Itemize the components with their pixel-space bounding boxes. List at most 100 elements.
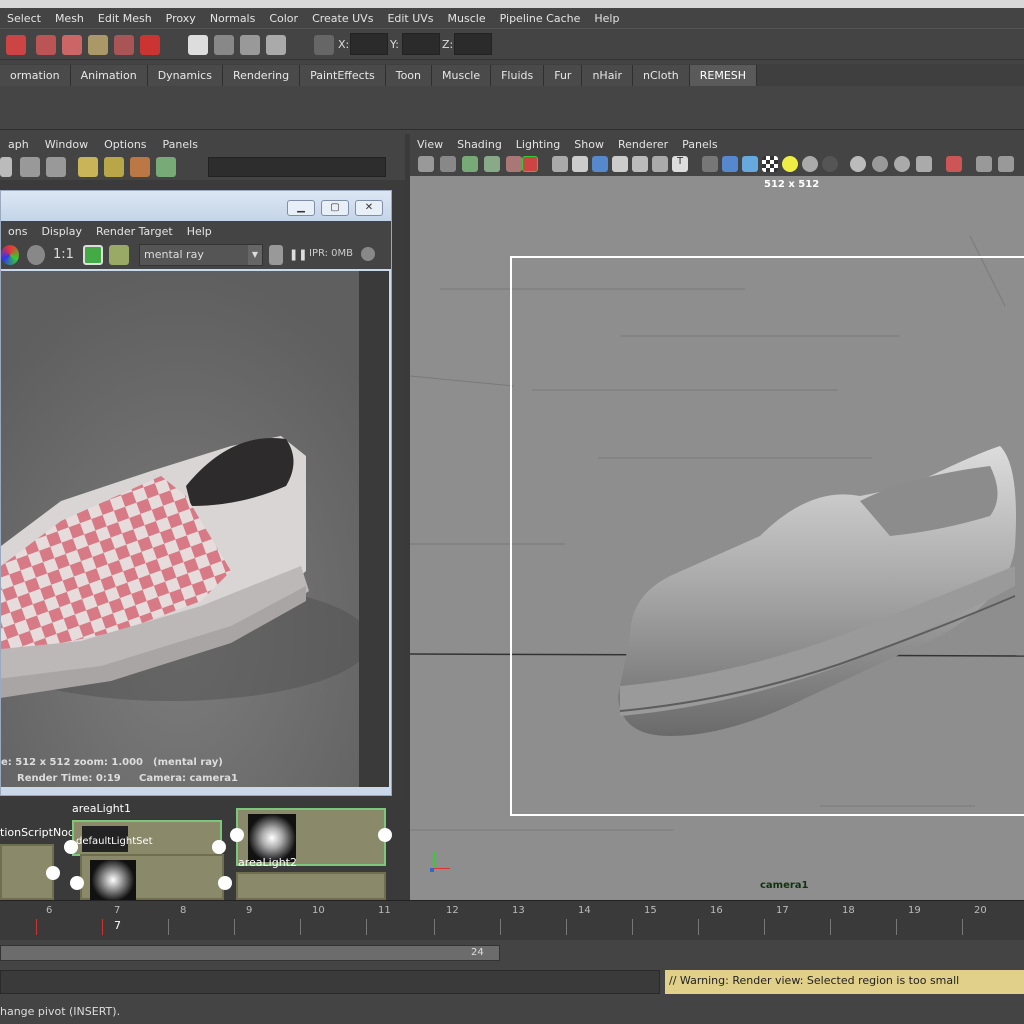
resolution-gate-icon[interactable]: [592, 156, 608, 172]
menu-show[interactable]: Show: [567, 138, 611, 151]
tab-ncloth[interactable]: nCloth: [633, 65, 690, 86]
menu-options-rv[interactable]: ons: [1, 225, 34, 238]
hypershade-search-field[interactable]: [208, 157, 386, 177]
camera-select-icon[interactable]: [418, 156, 434, 172]
node-handle[interactable]: [64, 840, 78, 854]
render-settings-icon[interactable]: [266, 35, 286, 55]
y-field[interactable]: [402, 33, 440, 55]
menu-mesh[interactable]: Mesh: [48, 12, 91, 25]
panel-icon[interactable]: [0, 157, 12, 177]
textured-icon[interactable]: [762, 156, 778, 172]
wireframe-icon[interactable]: [702, 156, 718, 172]
field-chart-icon[interactable]: [632, 156, 648, 172]
snap-surface-icon[interactable]: [114, 35, 134, 55]
snap-view-icon[interactable]: [88, 35, 108, 55]
menu-help[interactable]: Help: [587, 12, 626, 25]
image-plane-icon[interactable]: [484, 156, 500, 172]
renderer-dropdown[interactable]: mental ray ▼: [139, 244, 263, 266]
safe-title-icon[interactable]: T: [672, 156, 688, 172]
menu-edit-mesh[interactable]: Edit Mesh: [91, 12, 159, 25]
isolate-icon[interactable]: [916, 156, 932, 172]
magnet-icon[interactable]: [140, 35, 160, 55]
clapper-icon-rv[interactable]: [269, 245, 283, 265]
gate-mask-icon[interactable]: [612, 156, 628, 172]
node-handle[interactable]: [230, 828, 244, 842]
safe-action-icon[interactable]: [652, 156, 668, 172]
menu-render-target[interactable]: Render Target: [89, 225, 180, 238]
arealight2-node[interactable]: [236, 872, 386, 900]
tab-toon[interactable]: Toon: [385, 65, 433, 86]
node-handle[interactable]: [218, 876, 232, 890]
menu-color[interactable]: Color: [262, 12, 305, 25]
ambient-occlusion-icon[interactable]: [822, 156, 838, 172]
tab-fur[interactable]: Fur: [544, 65, 583, 86]
menu-proxy[interactable]: Proxy: [159, 12, 203, 25]
menu-pipeline-cache[interactable]: Pipeline Cache: [493, 12, 588, 25]
time-slider[interactable]: 6 7 7 8 9 10 11 12 13 14 15 16 17 18 19 …: [0, 900, 1024, 940]
clapper-icon[interactable]: [214, 35, 234, 55]
sort-icon[interactable]: [104, 157, 124, 177]
graph-out-icon[interactable]: [46, 157, 66, 177]
shadows-icon[interactable]: [802, 156, 818, 172]
z-field[interactable]: [454, 33, 492, 55]
xray-icon[interactable]: [946, 156, 962, 172]
smooth-shade-icon[interactable]: [722, 156, 738, 172]
maximize-icon[interactable]: ▢: [321, 200, 349, 216]
node-handle[interactable]: [46, 866, 60, 880]
record-icon[interactable]: [361, 247, 375, 261]
film-gate-icon[interactable]: [572, 156, 588, 172]
motion-blur-icon[interactable]: [850, 156, 866, 172]
viewport-shoe-model[interactable]: [610, 436, 1024, 746]
alpha-channel-icon[interactable]: [27, 245, 45, 265]
use-all-lights-icon[interactable]: [782, 156, 798, 172]
depth-of-field-icon[interactable]: [894, 156, 910, 172]
menu-graph[interactable]: aph: [0, 138, 37, 151]
tab-deformation[interactable]: ormation: [0, 65, 71, 86]
menu-window[interactable]: Window: [37, 138, 96, 151]
tab-nhair[interactable]: nHair: [582, 65, 634, 86]
bookmark-icon[interactable]: [462, 156, 478, 172]
arealight-swatch-node[interactable]: [80, 854, 224, 900]
menu-muscle[interactable]: Muscle: [441, 12, 493, 25]
rgb-channel-icon[interactable]: [1, 245, 19, 265]
ratio-label[interactable]: 1:1: [53, 247, 74, 262]
keep-image-icon[interactable]: [109, 245, 129, 265]
close-icon[interactable]: ✕: [355, 200, 383, 216]
frame-icon[interactable]: [156, 157, 176, 177]
menu-select[interactable]: Select: [0, 12, 48, 25]
tab-fluids[interactable]: Fluids: [491, 65, 545, 86]
menu-display[interactable]: Display: [34, 225, 89, 238]
render-view-scrollbar[interactable]: [359, 271, 389, 787]
snap-curve-icon[interactable]: [36, 35, 56, 55]
tab-rendering[interactable]: Rendering: [222, 65, 301, 86]
select-icon[interactable]: [130, 157, 150, 177]
swatch-icon[interactable]: [78, 157, 98, 177]
anti-alias-icon[interactable]: [872, 156, 888, 172]
tab-remesh[interactable]: REMESH: [689, 65, 758, 86]
camera-attr-icon[interactable]: [440, 156, 456, 172]
tab-dynamics[interactable]: Dynamics: [147, 65, 223, 86]
tab-animation[interactable]: Animation: [70, 65, 148, 86]
menu-panels[interactable]: Panels: [155, 138, 206, 151]
minimize-icon[interactable]: ▁: [287, 200, 315, 216]
render-frame-icon[interactable]: [188, 35, 208, 55]
pause-icon[interactable]: ❚❚: [289, 248, 307, 261]
wireframe-on-shaded-icon[interactable]: [742, 156, 758, 172]
menu-panels-vp[interactable]: Panels: [675, 138, 724, 151]
menu-help-rv[interactable]: Help: [180, 225, 219, 238]
menu-normals[interactable]: Normals: [203, 12, 263, 25]
snap-grid-icon[interactable]: [6, 35, 26, 55]
perspective-viewport[interactable]: 512 x 512 camera1: [410, 176, 1024, 900]
x-field[interactable]: [350, 33, 388, 55]
grease-pencil-icon[interactable]: [522, 156, 538, 172]
node-graph-area[interactable]: areaLight1 tionScriptNod defaultLightSet…: [0, 800, 405, 900]
menu-edit-uvs[interactable]: Edit UVs: [380, 12, 440, 25]
node-handle[interactable]: [378, 828, 392, 842]
snap-point-icon[interactable]: [62, 35, 82, 55]
xray-joints-icon[interactable]: [976, 156, 992, 172]
render-image-canvas[interactable]: e: 512 x 512 zoom: 1.000 (mental ray) Re…: [1, 271, 359, 787]
current-frame-marker[interactable]: [102, 919, 103, 935]
menu-create-uvs[interactable]: Create UVs: [305, 12, 380, 25]
menu-shading[interactable]: Shading: [450, 138, 509, 151]
node-handle[interactable]: [212, 840, 226, 854]
